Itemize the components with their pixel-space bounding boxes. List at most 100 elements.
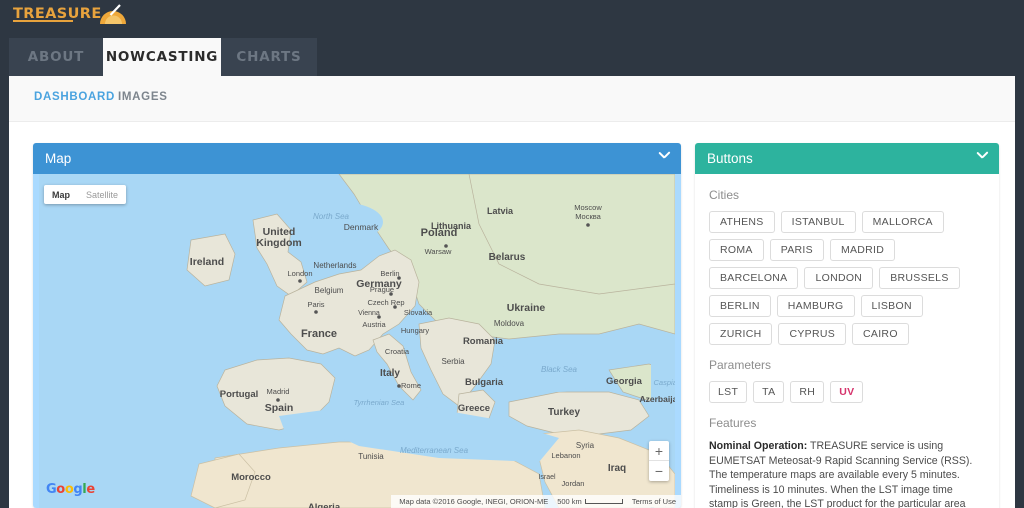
svg-text:Black Sea: Black Sea [541,365,578,374]
cities-group-label: Cities [709,188,740,202]
svg-text:Greece: Greece [458,403,490,414]
svg-text:Syria: Syria [576,441,595,450]
map-type-map[interactable]: Map [44,185,78,204]
brand-logo[interactable]: TREASURE [13,2,130,26]
features-description: Nominal Operation: TREASURE service is u… [709,439,985,508]
svg-text:Warsaw: Warsaw [425,247,452,256]
zoom-in-button[interactable]: + [649,441,669,461]
parameters-button-row: LST TA RH UV [709,381,985,403]
svg-text:North Sea: North Sea [313,212,350,221]
city-button-istanbul[interactable]: ISTANBUL [780,211,856,233]
parameter-button-rh[interactable]: RH [790,381,825,403]
svg-text:Paris: Paris [307,300,324,309]
svg-text:Vienna: Vienna [358,310,380,317]
svg-text:Tyrrhenian Sea: Tyrrhenian Sea [354,398,405,407]
svg-text:London: London [287,269,312,278]
city-button-zurich[interactable]: ZURICH [709,323,773,345]
svg-text:Prague: Prague [370,285,394,294]
map-type-switcher[interactable]: Map Satellite [44,185,127,204]
dashboard-content: Map .land { fill:#e8e6d9; stroke:#b9b39d… [9,122,1015,508]
svg-text:Caspian Sea: Caspian Sea [654,378,675,387]
city-button-athens[interactable]: ATHENS [709,211,775,233]
svg-text:Iraq: Iraq [608,463,626,474]
buttons-panel-body: Cities ATHENS ISTANBUL MALLORCA ROMA PAR… [695,174,999,508]
svg-text:Rome: Rome [401,381,421,390]
svg-text:Kingdom: Kingdom [256,237,302,249]
map-attribution-bar: Map data ©2016 Google, INEGI, ORION-ME 5… [391,495,681,508]
sun-dome-icon [96,4,130,24]
svg-text:France: France [301,328,337,340]
svg-text:Moldova: Moldova [494,319,525,328]
tab-nowcasting[interactable]: NOWCASTING [103,38,221,76]
svg-text:Belarus: Belarus [489,252,526,263]
top-bar: TREASURE [0,0,1024,38]
city-button-berlin[interactable]: BERLIN [709,295,771,317]
svg-text:Lebanon: Lebanon [551,451,580,460]
city-button-roma[interactable]: ROMA [709,239,764,261]
content-shell: DASHBOARD IMAGES Map .land { fill:#e8e6d… [9,76,1015,508]
svg-text:Tunisia: Tunisia [358,452,384,461]
svg-text:Netherlands: Netherlands [313,261,356,270]
svg-text:Belgium: Belgium [315,286,344,295]
tab-about[interactable]: ABOUT [9,38,103,76]
svg-text:Israel: Israel [538,474,556,481]
google-logo: Google [46,482,95,497]
svg-text:Slovakia: Slovakia [404,308,433,317]
map-scale-label: 500 km [557,497,582,506]
svg-text:Italy: Italy [380,368,400,379]
city-button-hamburg[interactable]: HAMBURG [776,295,855,317]
features-group-label: Features [709,416,757,430]
svg-text:Mediterranean Sea: Mediterranean Sea [400,446,469,455]
city-button-brussels[interactable]: BRUSSELS [879,267,960,289]
map-panel-title: Map [45,151,72,166]
map-attribution-text: Map data ©2016 Google, INEGI, ORION-ME [399,497,549,506]
buttons-panel-header: Buttons [695,143,999,174]
parameters-group-label: Parameters [709,358,772,372]
svg-text:Москва: Москва [575,212,601,221]
subnav-item-dashboard[interactable]: DASHBOARD [34,91,115,103]
parameter-button-uv[interactable]: UV [830,381,864,403]
city-button-cyprus[interactable]: CYPRUS [778,323,847,345]
city-button-lisbon[interactable]: LISBON [860,295,923,317]
sub-nav: DASHBOARD IMAGES [9,76,1015,122]
svg-text:Czech Rep: Czech Rep [367,298,404,307]
subnav-item-images[interactable]: IMAGES [118,91,168,103]
svg-text:Georgia: Georgia [606,376,643,387]
terms-of-use-link[interactable]: Terms of Use [632,497,676,506]
parameter-button-ta[interactable]: TA [753,381,785,403]
svg-text:Lithuania: Lithuania [431,221,472,231]
parameter-button-lst[interactable]: LST [709,381,748,403]
zoom-out-button[interactable]: − [649,461,669,481]
tab-charts[interactable]: CHARTS [221,38,317,76]
map-zoom-controls[interactable]: + − [649,441,669,481]
svg-text:Portugal: Portugal [220,389,259,400]
svg-text:Moscow: Moscow [574,203,602,212]
cities-button-row: ATHENS ISTANBUL MALLORCA ROMA PARIS MADR… [709,211,985,345]
city-button-london[interactable]: LONDON [804,267,874,289]
city-button-mallorca[interactable]: MALLORCA [861,211,944,233]
svg-text:Morocco: Morocco [231,472,271,483]
svg-text:Turkey: Turkey [548,407,580,418]
svg-text:Hungary: Hungary [401,326,430,335]
svg-text:Algeria: Algeria [308,502,341,508]
map-type-satellite[interactable]: Satellite [78,185,126,204]
buttons-panel: Buttons Cities ATHENS ISTANBUL MALLORCA … [695,143,999,508]
map-canvas[interactable]: .land { fill:#e8e6d9; stroke:#b9b39d; st… [33,174,681,508]
city-button-barcelona[interactable]: BARCELONA [709,267,799,289]
svg-text:Ukraine: Ukraine [507,302,546,314]
city-button-cairo[interactable]: CAIRO [852,323,909,345]
map-panel-header: Map [33,143,681,174]
city-button-paris[interactable]: PARIS [769,239,824,261]
svg-text:Serbia: Serbia [441,357,465,366]
svg-text:Croatia: Croatia [385,347,410,356]
svg-text:Latvia: Latvia [487,206,514,216]
main-tabs: ABOUT NOWCASTING CHARTS [0,38,1024,76]
map-panel: Map .land { fill:#e8e6d9; stroke:#b9b39d… [33,143,681,508]
svg-text:Jordan: Jordan [562,479,585,488]
svg-text:Madrid: Madrid [267,387,290,396]
svg-text:Berlin: Berlin [380,269,399,278]
chevron-down-icon[interactable] [976,152,987,163]
map-geography: .land { fill:#e8e6d9; stroke:#b9b39d; st… [39,174,675,508]
chevron-down-icon[interactable] [658,152,669,163]
city-button-madrid[interactable]: MADRID [829,239,896,261]
